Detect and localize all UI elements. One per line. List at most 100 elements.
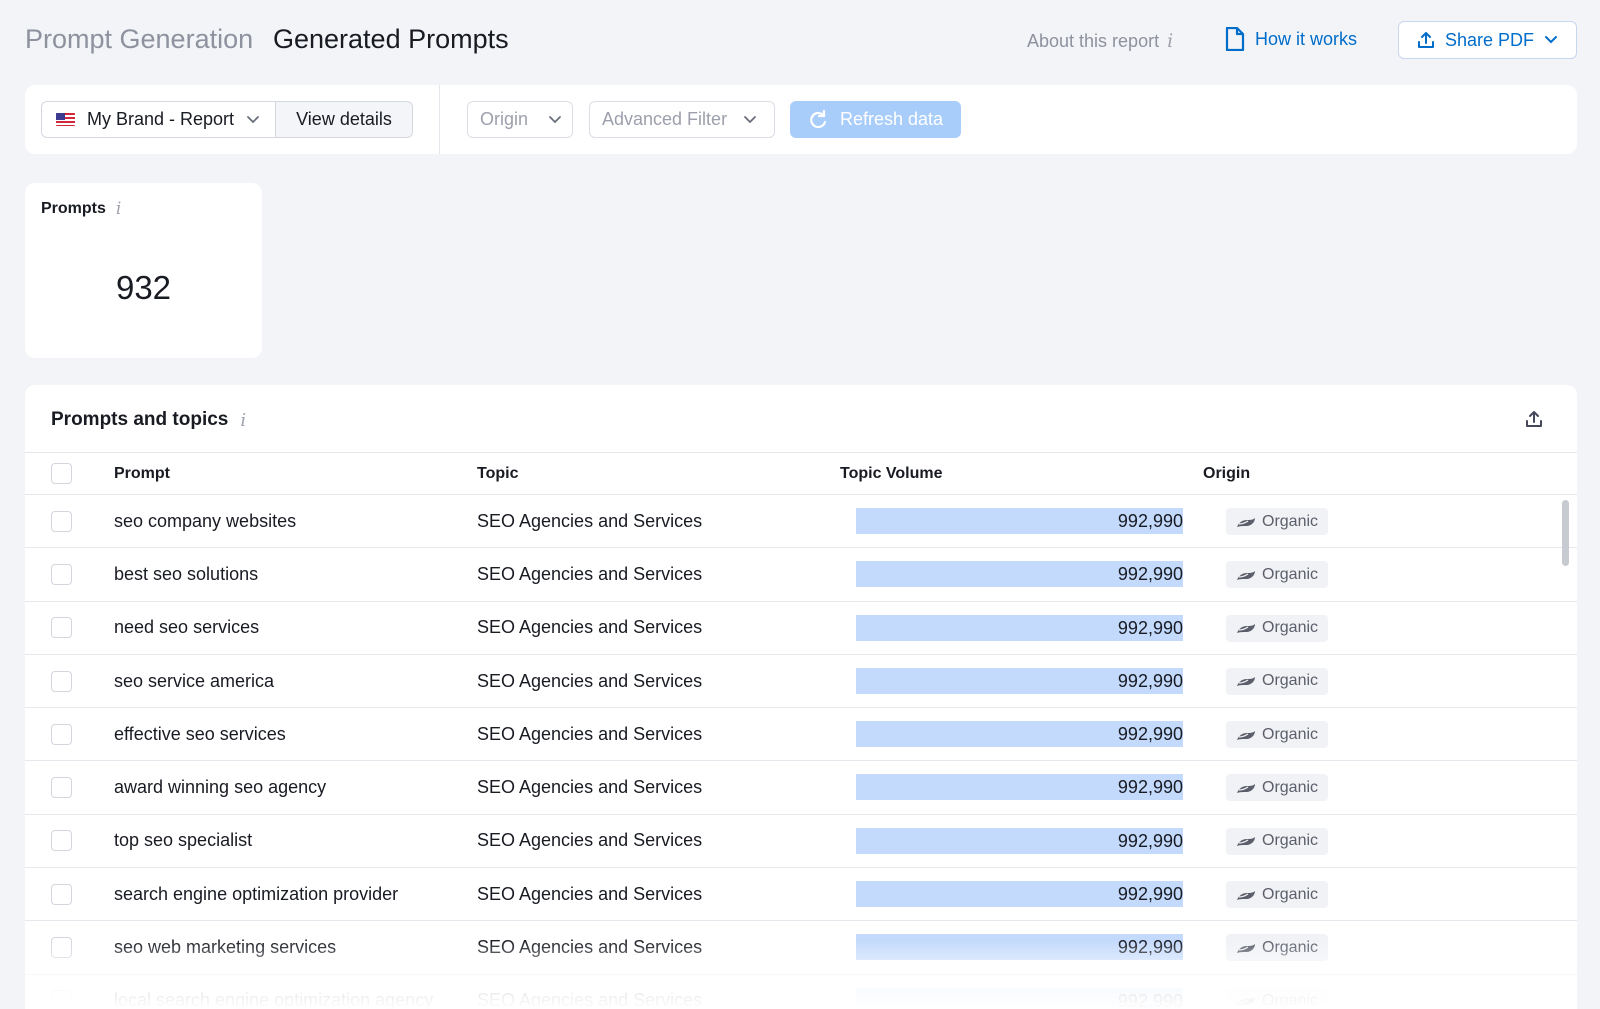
about-report-link[interactable]: About this report i [1027, 30, 1173, 52]
topic-cell: SEO Agencies and Services [477, 990, 703, 1009]
table-row[interactable]: best seo solutions SEO Agencies and Serv… [25, 548, 1577, 602]
table-header: Prompts and topics i [51, 409, 246, 431]
row-checkbox[interactable] [51, 563, 72, 585]
row-checkbox-cell [51, 921, 72, 973]
info-icon[interactable]: i [116, 199, 121, 219]
prompts-stat-value: 932 [115, 269, 172, 306]
chevron-down-icon [1545, 36, 1558, 44]
column-header-origin[interactable]: Origin [1203, 453, 1250, 494]
organic-icon [1237, 624, 1255, 634]
export-icon[interactable] [1524, 409, 1544, 429]
prompt-cell: top seo specialist [114, 830, 253, 851]
table-row[interactable]: top seo specialist SEO Agencies and Serv… [25, 815, 1577, 869]
select-all-checkbox[interactable] [51, 463, 72, 484]
topic-cell: SEO Agencies and Services [477, 937, 703, 958]
origin-badge: Organic [1226, 881, 1329, 909]
topic-cell: SEO Agencies and Services [477, 563, 703, 584]
prompt-cell: seo service america [114, 670, 275, 691]
origin-label: Organic [1262, 512, 1319, 530]
topic-volume-bar: 992,990 [856, 774, 1183, 801]
origin-label: Organic [1262, 565, 1319, 583]
share-pdf-label: Share PDF [1444, 29, 1535, 50]
table-row[interactable]: search engine optimization provider SEO … [25, 868, 1577, 922]
row-checkbox-cell [51, 655, 72, 707]
breadcrumb[interactable]: Prompt Generation [25, 24, 253, 55]
origin-badge: Organic [1226, 508, 1329, 535]
refresh-data-button[interactable]: Refresh data [790, 101, 961, 138]
brand-report-select[interactable]: My Brand - Report [41, 101, 275, 138]
topic-volume-cell: 992,990 [1117, 670, 1183, 691]
topic-cell: SEO Agencies and Services [477, 617, 703, 638]
table-row[interactable]: seo web marketing services SEO Agencies … [25, 921, 1577, 975]
column-header-topic-volume[interactable]: Topic Volume [840, 453, 943, 494]
row-checkbox[interactable] [51, 777, 72, 799]
share-pdf-button[interactable]: Share PDF [1398, 21, 1577, 59]
row-checkbox-cell [51, 761, 72, 813]
topic-volume-bar: 992,990 [856, 934, 1183, 961]
upload-icon [1417, 32, 1434, 48]
prompt-cell: best seo solutions [114, 563, 259, 584]
row-checkbox-cell [51, 708, 72, 760]
origin-filter[interactable]: Origin [467, 101, 573, 138]
organic-icon [1237, 783, 1255, 793]
table-title: Prompts and topics [51, 409, 229, 430]
topic-volume-cell: 992,990 [1117, 830, 1183, 851]
view-details-button[interactable]: View details [275, 101, 413, 138]
origin-label: Organic [1262, 992, 1319, 1009]
origin-filter-label: Origin [480, 109, 529, 129]
row-checkbox[interactable] [51, 723, 72, 745]
topic-volume-bar: 992,990 [856, 721, 1183, 748]
prompt-cell: local search engine optimization agency [114, 990, 434, 1009]
column-header-prompt[interactable]: Prompt [114, 453, 170, 494]
origin-label: Organic [1262, 778, 1319, 796]
row-checkbox-cell [51, 868, 72, 920]
topic-volume-cell: 992,990 [1117, 511, 1183, 531]
row-checkbox[interactable] [51, 670, 72, 692]
origin-badge: Organic [1226, 561, 1329, 589]
table-row[interactable]: seo service america SEO Agencies and Ser… [25, 655, 1577, 709]
chevron-down-icon [247, 115, 259, 123]
row-checkbox[interactable] [51, 830, 72, 852]
column-header-topic[interactable]: Topic [477, 453, 518, 494]
topic-cell: SEO Agencies and Services [477, 670, 703, 691]
prompt-cell: seo company websites [114, 510, 297, 531]
topic-volume-cell: 992,990 [1117, 937, 1183, 958]
row-checkbox[interactable] [51, 617, 72, 639]
table-row[interactable]: award winning seo agency SEO Agencies an… [25, 761, 1577, 815]
topic-volume-bar: 992,990 [856, 667, 1183, 694]
info-icon[interactable]: i [240, 410, 246, 431]
topic-volume-bar: 992,990 [856, 508, 1183, 534]
topic-cell: SEO Agencies and Services [477, 777, 703, 798]
origin-badge: Organic [1226, 721, 1329, 749]
prompt-cell: need seo services [114, 617, 260, 638]
table-head: Prompt Topic Topic Volume Origin [25, 452, 1577, 495]
chevron-down-icon [549, 115, 561, 123]
row-checkbox[interactable] [51, 937, 72, 959]
origin-label: Organic [1262, 832, 1319, 850]
prompt-cell: search engine optimization provider [114, 883, 399, 904]
row-checkbox-cell [51, 548, 72, 600]
table-row[interactable]: need seo services SEO Agencies and Servi… [25, 602, 1577, 655]
advanced-filter-label: Advanced Filter [602, 109, 728, 129]
table-row[interactable]: effective seo services SEO Agencies and … [25, 708, 1577, 762]
row-checkbox[interactable] [51, 510, 72, 532]
flag-us-icon [56, 113, 75, 126]
topic-volume-cell: 992,990 [1117, 777, 1183, 798]
prompts-stat-header: Prompts i [41, 199, 121, 219]
origin-badge: Organic [1226, 934, 1329, 962]
organic-icon [1237, 997, 1255, 1007]
origin-label: Organic [1262, 885, 1319, 903]
table-scrollbar[interactable] [1562, 500, 1569, 566]
origin-badge: Organic [1226, 987, 1329, 1009]
refresh-data-label: Refresh data [840, 109, 944, 129]
row-checkbox[interactable] [51, 883, 72, 905]
row-checkbox[interactable] [51, 990, 72, 1009]
refresh-icon [810, 109, 827, 128]
table-row[interactable]: local search engine optimization agency … [25, 975, 1577, 1009]
table-row[interactable]: seo company websites SEO Agencies and Se… [25, 495, 1577, 549]
how-it-works-link[interactable]: How it works [1225, 27, 1357, 51]
page-header: Prompt Generation Generated Prompts Abou… [0, 0, 1600, 80]
topic-volume-bar: 992,990 [856, 614, 1183, 641]
origin-badge: Organic [1226, 614, 1329, 642]
advanced-filter[interactable]: Advanced Filter [589, 101, 775, 138]
